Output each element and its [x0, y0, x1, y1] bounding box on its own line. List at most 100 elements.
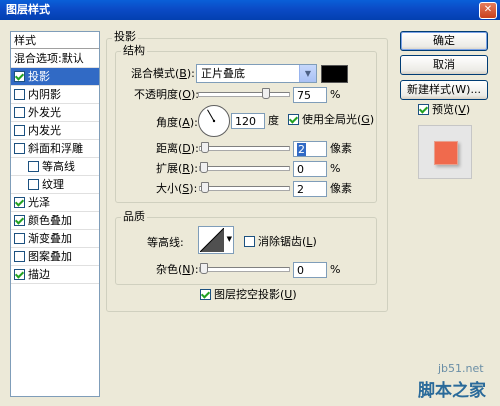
angle-dial[interactable] — [198, 105, 230, 137]
watermark-brand: 脚本之家 — [418, 381, 486, 401]
close-button[interactable]: ✕ — [479, 2, 497, 19]
style-list-item[interactable]: 混合选项:默认 — [11, 50, 99, 68]
size-unit: 像素 — [330, 182, 352, 195]
new-style-button[interactable]: 新建样式(W)... — [400, 80, 488, 100]
style-list-checkbox[interactable] — [14, 196, 25, 208]
noise-slider-thumb[interactable] — [200, 263, 208, 274]
style-list-checkbox[interactable] — [14, 142, 25, 154]
style-list-item[interactable]: 图案叠加 — [11, 248, 99, 266]
angle-dial-needle — [207, 109, 216, 123]
preview-checkbox[interactable] — [418, 103, 429, 115]
blend-mode-select[interactable]: 正片叠底 ▼ — [196, 64, 317, 83]
chevron-down-icon: ▼ — [299, 65, 316, 82]
opacity-unit: % — [330, 88, 341, 101]
distance-unit: 像素 — [330, 142, 352, 155]
noise-slider[interactable] — [199, 263, 290, 274]
ok-button[interactable]: 确定 — [400, 31, 488, 51]
knockout-row[interactable]: 图层挖空投影(U) — [200, 288, 297, 302]
knockout-checkbox[interactable] — [200, 288, 211, 300]
spread-slider[interactable] — [199, 162, 290, 173]
distance-label: 距离(D): — [156, 142, 199, 155]
anti-alias-row[interactable]: 消除锯齿(L) — [244, 235, 317, 249]
distance-slider-thumb[interactable] — [200, 142, 209, 153]
style-list-checkbox[interactable] — [14, 88, 25, 100]
global-light-checkbox[interactable] — [288, 113, 299, 125]
style-list-checkbox[interactable] — [14, 250, 25, 262]
distance-input[interactable]: 2 — [293, 141, 327, 157]
angle-unit: 度 — [268, 114, 279, 127]
style-list-item[interactable]: 投影 — [11, 68, 99, 86]
style-list-checkbox[interactable] — [14, 124, 25, 136]
contour-preview-icon — [200, 228, 224, 252]
style-list-item-label: 颜色叠加 — [28, 214, 72, 227]
size-label: 大小(S): — [156, 182, 198, 195]
size-slider-thumb[interactable] — [200, 182, 209, 193]
style-list-item-label: 纹理 — [42, 178, 64, 191]
styles-list: 样式 混合选项:默认投影内阴影外发光内发光斜面和浮雕等高线纹理光泽颜色叠加渐变叠… — [10, 31, 100, 397]
distance-value: 2 — [297, 143, 306, 156]
style-list-checkbox[interactable] — [14, 106, 25, 118]
style-list-checkbox[interactable] — [14, 268, 25, 280]
style-list-item-label: 内发光 — [28, 124, 61, 137]
style-list-item[interactable]: 内发光 — [11, 122, 99, 140]
window-title: 图层样式 — [6, 3, 50, 16]
style-list-item-label: 等高线 — [42, 160, 75, 173]
distance-slider[interactable] — [199, 142, 290, 153]
structure-title: 结构 — [121, 44, 147, 57]
style-list-item-label: 斜面和浮雕 — [28, 142, 83, 155]
contour-dropdown-icon[interactable]: ▼ — [227, 235, 232, 243]
style-list-item[interactable]: 颜色叠加 — [11, 212, 99, 230]
cancel-button[interactable]: 取消 — [400, 55, 488, 75]
shadow-color-swatch[interactable] — [321, 65, 348, 83]
style-list-item[interactable]: 描边 — [11, 266, 99, 284]
noise-label: 杂色(N): — [156, 263, 199, 276]
style-list-item[interactable]: 斜面和浮雕 — [11, 140, 99, 158]
contour-label: 等高线: — [147, 236, 184, 249]
contour-picker[interactable]: ▼ — [198, 226, 234, 254]
style-list-item[interactable]: 纹理 — [11, 176, 99, 194]
style-list-item-label: 描边 — [28, 268, 50, 281]
style-list-item-label: 内阴影 — [28, 88, 61, 101]
style-list-item[interactable]: 光泽 — [11, 194, 99, 212]
size-slider[interactable] — [199, 182, 290, 193]
opacity-slider-thumb[interactable] — [262, 88, 270, 99]
style-list-item-label: 光泽 — [28, 196, 50, 209]
spread-input[interactable]: 0 — [293, 161, 327, 177]
opacity-input[interactable]: 75 — [293, 87, 327, 103]
style-list-item[interactable]: 渐变叠加 — [11, 230, 99, 248]
style-list-item-label: 图案叠加 — [28, 250, 72, 263]
angle-label: 角度(A): — [156, 116, 198, 129]
blend-mode-label: 混合模式(B): — [131, 67, 195, 80]
spread-unit: % — [330, 162, 341, 175]
opacity-slider[interactable] — [198, 88, 290, 99]
size-input[interactable]: 2 — [293, 181, 327, 197]
style-list-checkbox[interactable] — [14, 232, 25, 244]
opacity-label: 不透明度(O): — [134, 88, 199, 101]
close-icon: ✕ — [483, 4, 493, 15]
noise-input[interactable]: 0 — [293, 262, 327, 278]
styles-list-header: 样式 — [11, 32, 99, 49]
spread-label: 扩展(R): — [156, 162, 198, 175]
watermark-url: jb51.net — [438, 362, 484, 375]
anti-alias-checkbox[interactable] — [244, 235, 255, 247]
style-list-item[interactable]: 内阴影 — [11, 86, 99, 104]
style-list-item-label: 渐变叠加 — [28, 232, 72, 245]
title-bar[interactable]: 图层样式 ✕ — [0, 0, 500, 20]
blend-mode-value: 正片叠底 — [201, 67, 245, 80]
spread-slider-thumb[interactable] — [200, 162, 208, 173]
style-list-item[interactable]: 外发光 — [11, 104, 99, 122]
style-list-item-label: 投影 — [28, 70, 50, 83]
style-list-item-label: 外发光 — [28, 106, 61, 119]
style-list-item[interactable]: 等高线 — [11, 158, 99, 176]
style-list-checkbox[interactable] — [28, 178, 39, 190]
global-light-checkbox-row[interactable]: 使用全局光(G) — [288, 113, 374, 127]
quality-title: 品质 — [121, 210, 147, 223]
preview-row[interactable]: 预览(V) — [418, 103, 470, 117]
preview-swatch — [434, 141, 458, 165]
angle-input[interactable]: 120 — [231, 113, 265, 129]
section-title: 投影 — [112, 30, 138, 43]
style-list-checkbox[interactable] — [28, 160, 39, 172]
style-list-checkbox[interactable] — [14, 70, 25, 82]
noise-unit: % — [330, 263, 341, 276]
style-list-checkbox[interactable] — [14, 214, 25, 226]
